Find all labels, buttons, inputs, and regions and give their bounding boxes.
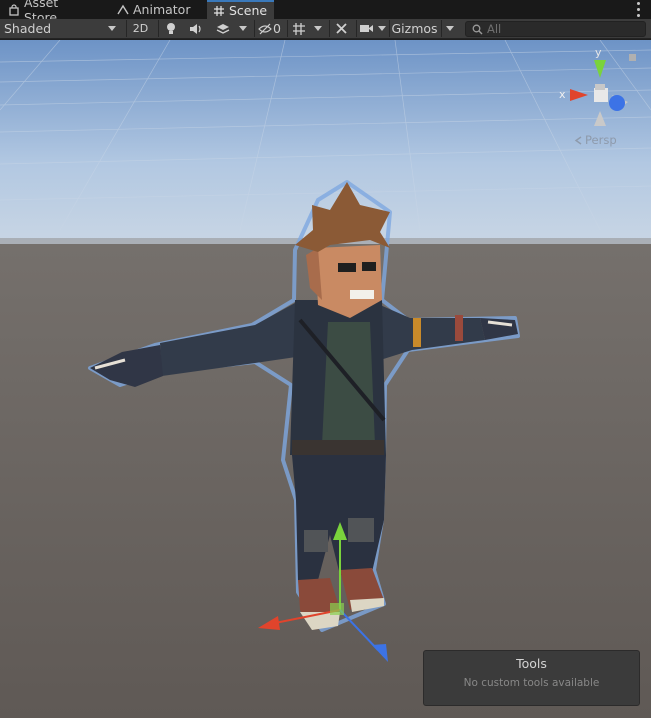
search-placeholder: All bbox=[487, 22, 502, 36]
grid-toggle[interactable] bbox=[287, 20, 309, 37]
draw-mode-dropdown[interactable]: Shaded bbox=[0, 20, 122, 37]
tab-bar: Asset Store Animator Scene bbox=[0, 0, 651, 25]
lightbulb-icon bbox=[166, 23, 175, 34]
tab-asset-store[interactable]: Asset Store bbox=[2, 0, 100, 25]
axis-label-x: x bbox=[559, 88, 566, 101]
scene-viewport[interactable]: y x Persp Tools No custom tools availabl… bbox=[0, 40, 651, 718]
hidden-eye-icon bbox=[258, 23, 272, 34]
layers-icon bbox=[216, 23, 230, 34]
gizmos-label: Gizmos bbox=[391, 21, 438, 36]
tab-label: Scene bbox=[229, 3, 268, 18]
gizmos-dropdown[interactable] bbox=[441, 20, 457, 37]
tab-label: Animator bbox=[133, 2, 191, 17]
scene-visibility-toggle[interactable]: 0 bbox=[254, 20, 284, 37]
chevron-down-icon bbox=[445, 26, 454, 31]
projection-toggle[interactable]: Persp bbox=[574, 133, 617, 147]
grid-snap-icon bbox=[292, 22, 305, 35]
axis-label-y: y bbox=[595, 46, 602, 59]
effects-dropdown[interactable] bbox=[236, 20, 250, 37]
draw-mode-label: Shaded bbox=[4, 21, 52, 36]
tab-scene[interactable]: Scene bbox=[207, 0, 274, 19]
search-field[interactable]: All bbox=[465, 21, 646, 37]
projection-label: Persp bbox=[585, 133, 617, 147]
tools-overlay-panel[interactable]: Tools No custom tools available bbox=[423, 650, 640, 706]
scene-render bbox=[0, 40, 651, 718]
camera-settings-button[interactable] bbox=[356, 20, 376, 37]
speaker-icon bbox=[190, 23, 201, 34]
chevron-left-icon bbox=[574, 135, 582, 145]
tools-icon bbox=[336, 23, 347, 34]
chevron-down-icon bbox=[239, 26, 247, 31]
animator-icon bbox=[117, 4, 129, 16]
gizmos-button[interactable]: Gizmos bbox=[389, 20, 439, 37]
shopping-bag-icon bbox=[8, 3, 20, 16]
scene-window: Asset Store Animator Scene Shaded 2D 0 G… bbox=[0, 0, 651, 718]
window-menu-icon[interactable] bbox=[633, 2, 643, 17]
camera-icon bbox=[360, 25, 373, 32]
chevron-down-icon bbox=[314, 26, 322, 31]
camera-dropdown[interactable] bbox=[376, 20, 388, 37]
tools-toggle[interactable] bbox=[329, 20, 353, 37]
lighting-toggle[interactable] bbox=[158, 20, 182, 37]
chevron-down-icon bbox=[108, 26, 116, 31]
tab-animator[interactable]: Animator bbox=[111, 0, 199, 19]
tools-panel-message: No custom tools available bbox=[463, 677, 600, 689]
grid-dropdown[interactable] bbox=[311, 20, 325, 37]
chevron-down-icon bbox=[378, 26, 386, 31]
effects-toggle[interactable] bbox=[210, 20, 236, 37]
search-icon bbox=[472, 24, 483, 34]
audio-toggle[interactable] bbox=[184, 20, 208, 37]
grid-icon bbox=[213, 5, 225, 17]
scene-toolbar: Shaded 2D 0 Gizmos All bbox=[0, 19, 651, 39]
toggle-2d-button[interactable]: 2D bbox=[126, 20, 154, 37]
tools-panel-title: Tools bbox=[516, 656, 547, 671]
toggle-2d-label: 2D bbox=[132, 22, 149, 35]
hidden-count: 0 bbox=[273, 21, 281, 36]
